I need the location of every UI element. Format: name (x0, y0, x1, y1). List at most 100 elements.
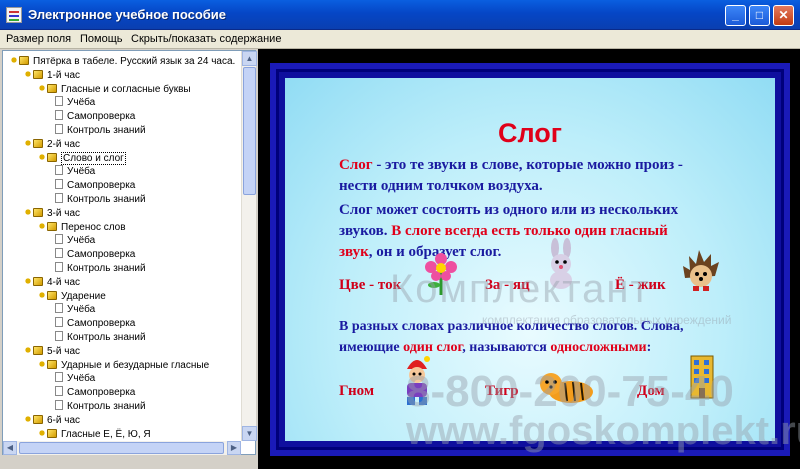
tree-item[interactable]: Перенос слов (37, 220, 126, 235)
tree-item[interactable]: Самопроверка (55, 317, 135, 331)
tree-horizontal-scrollbar[interactable]: ◀ ▶ (3, 441, 241, 455)
tree-item-label: Самопроверка (67, 249, 136, 261)
hedgehog-icon (683, 250, 719, 291)
page-icon (55, 262, 63, 272)
scroll-right-icon[interactable]: ▶ (227, 441, 241, 455)
syl-line-2b: один слог (403, 340, 463, 355)
minimize-button[interactable]: _ (725, 5, 746, 26)
tree-item[interactable]: Слово и слог (37, 151, 126, 166)
tree-item[interactable]: Ударение (37, 289, 106, 304)
tree-item[interactable]: 6-й час (23, 413, 80, 428)
tree-item-label: 3-й час (47, 207, 81, 219)
watermark-brand: Комплектант (390, 267, 651, 311)
tree-toggle-icon[interactable] (23, 137, 33, 148)
page-icon (55, 234, 63, 245)
maximize-button[interactable]: □ (749, 5, 770, 26)
tree-item[interactable]: Контроль знаний (55, 124, 146, 138)
close-button[interactable]: ✕ (773, 5, 794, 26)
tree-item-label: Контроль знаний (67, 263, 146, 274)
tree-item[interactable]: Пятёрка в табеле. Русский язык за 24 час… (9, 55, 235, 69)
page-icon (55, 386, 63, 397)
tree-toggle-icon[interactable] (37, 220, 47, 231)
tree-item[interactable]: Самопроверка (55, 386, 135, 400)
page-icon (55, 400, 63, 410)
rule-paragraph: Слог может состоять из одного или из нес… (339, 200, 678, 263)
tree-toggle-icon[interactable] (23, 413, 33, 424)
tree-toggle-icon[interactable] (23, 68, 33, 79)
book-icon (33, 414, 43, 424)
content-pane: Слог Слог - это те звуки в слове, которы… (258, 49, 800, 469)
tree-item[interactable]: 1-й час (23, 68, 80, 83)
tree-toggle-icon[interactable] (23, 344, 33, 355)
tree-item-label: Контроль знаний (67, 125, 146, 136)
tree-item[interactable]: 5-й час (23, 344, 81, 359)
tree-item[interactable]: Учёба (55, 303, 95, 317)
tree-toggle-icon[interactable] (37, 427, 47, 438)
tree-item[interactable]: Самопроверка (55, 248, 135, 262)
example-gnome: Гном (339, 383, 375, 399)
scroll-thumb[interactable] (243, 67, 256, 195)
menu-toggle-contents[interactable]: Скрыть/показать содержание (131, 33, 281, 45)
syl-line-2e: : (646, 340, 652, 355)
horizontal-scroll-thumb[interactable] (19, 442, 224, 454)
book-icon (33, 345, 43, 355)
tree-toggle-icon[interactable] (23, 275, 33, 286)
tree-item-label: Ударение (61, 290, 106, 302)
tree-toggle-icon[interactable] (37, 151, 47, 162)
page-icon (55, 96, 63, 107)
tree-item[interactable]: Контроль знаний (55, 193, 146, 207)
syl-line-2c: , называются (462, 340, 551, 355)
tree-item[interactable]: Контроль знаний (55, 331, 146, 345)
tree-item[interactable]: Учёба (55, 234, 95, 248)
page-icon (55, 372, 63, 383)
book-icon (47, 359, 57, 369)
tree-item-label: Перенос слов (61, 221, 126, 233)
book-icon (33, 276, 43, 286)
page-icon (55, 179, 63, 190)
syl-line-2d: односложными (550, 340, 647, 355)
contents-tree: Пятёрка в табеле. Русский язык за 24 час… (2, 50, 256, 455)
book-icon (47, 221, 57, 231)
scroll-up-icon[interactable]: ▲ (242, 51, 257, 66)
tree-item[interactable]: Гласные Е, Ё, Ю, Я (37, 427, 151, 442)
tree-toggle-icon[interactable] (37, 358, 47, 369)
page-icon (55, 248, 63, 259)
tree-toggle-icon[interactable] (23, 206, 33, 217)
tree-item[interactable]: Гласные и согласные буквы (37, 82, 191, 97)
menu-bar: Размер поля Помощь Скрыть/показать содер… (0, 30, 800, 49)
watermark-url: www.fgoskomplekt.ru (406, 409, 800, 453)
menu-field-size[interactable]: Размер поля (6, 33, 71, 45)
tree-item-label: Учёба (67, 97, 96, 109)
tree-item[interactable]: Учёба (55, 372, 95, 386)
scroll-down-icon[interactable]: ▼ (242, 426, 257, 441)
tree-toggle-icon[interactable] (37, 289, 47, 300)
tree-item-label: Контроль знаний (67, 194, 146, 205)
tree-vertical-scrollbar[interactable]: ▲ ▼ (241, 51, 257, 441)
tree-item-label: 5-й час (47, 345, 81, 357)
def-line-1: - это те звуки в слове, которые можно пр… (372, 157, 683, 173)
tree-item-label: Контроль знаний (67, 332, 146, 343)
tree-item-label: Учёба (67, 373, 96, 385)
menu-help[interactable]: Помощь (80, 33, 123, 45)
tree-item[interactable]: Самопроверка (55, 179, 135, 193)
tree-item[interactable]: Контроль знаний (55, 262, 146, 276)
tree-item[interactable]: Учёба (55, 96, 95, 110)
book-icon (33, 138, 43, 148)
title-bar: Электронное учебное пособие _ □ ✕ (0, 0, 800, 30)
tree-item[interactable]: Контроль знаний (55, 400, 146, 414)
tree-item[interactable]: 4-й час (23, 275, 80, 290)
book-icon (47, 83, 57, 93)
syl-line-2a: имеющие (339, 340, 404, 355)
tree-item-label: Самопроверка (67, 111, 136, 123)
tree-toggle-icon[interactable] (9, 55, 19, 65)
tree-item[interactable]: Учёба (55, 165, 95, 179)
tree-item[interactable]: 3-й час (23, 206, 81, 221)
tree-item-label: Самопроверка (67, 180, 136, 192)
window-title: Электронное учебное пособие (28, 7, 227, 22)
tree-item[interactable]: Самопроверка (55, 110, 135, 124)
scroll-left-icon[interactable]: ◀ (3, 441, 17, 455)
tree-item[interactable]: Ударные и безударные гласные (37, 358, 209, 373)
tree-toggle-icon[interactable] (37, 82, 47, 93)
tree-item[interactable]: 2-й час (23, 137, 80, 152)
rule-line-2b: В слоге всегда есть только один гласный (391, 223, 668, 239)
